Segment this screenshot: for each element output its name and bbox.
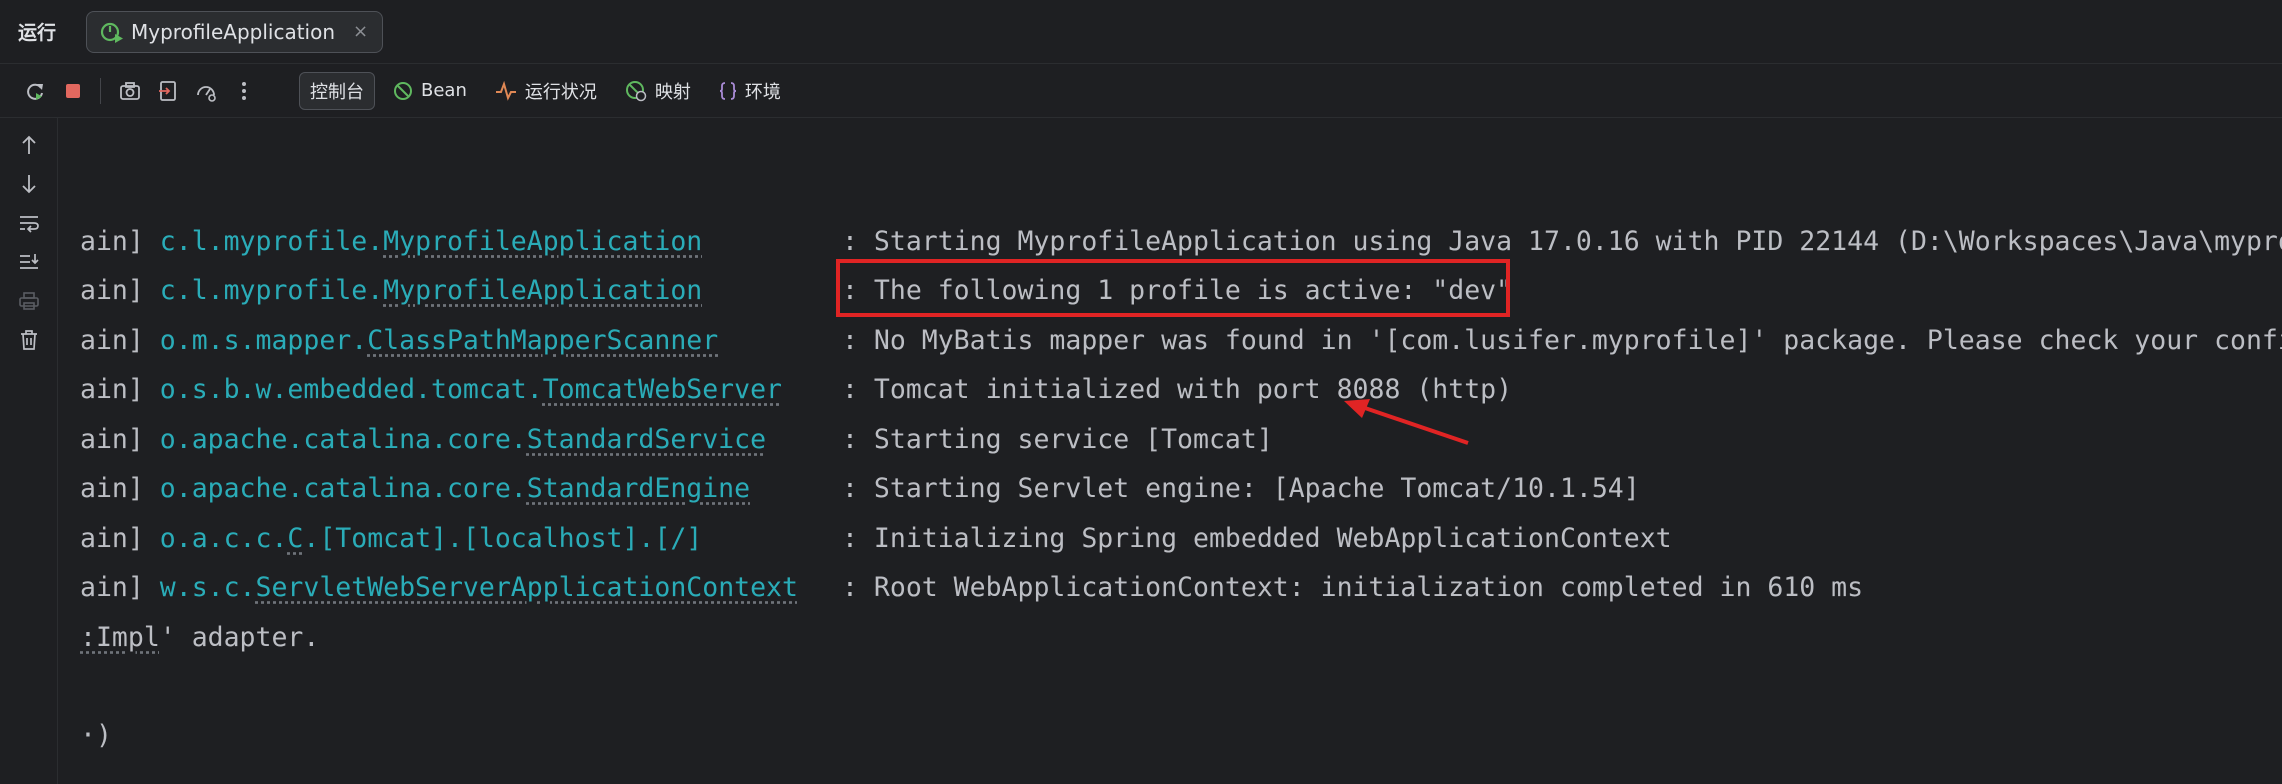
- highlight-box: [836, 259, 1510, 317]
- logger-class-link[interactable]: StandardService: [527, 424, 766, 455]
- camera-icon[interactable]: [115, 76, 145, 106]
- thread-fragment: ain]: [80, 374, 160, 405]
- console-side-toolbar: [0, 118, 58, 784]
- braces-icon: [719, 81, 737, 101]
- mapping-icon: [625, 80, 647, 102]
- logger-package: o.apache.catalina.core.: [159, 424, 527, 455]
- rerun-icon[interactable]: [20, 76, 50, 106]
- soft-wrap-icon[interactable]: [16, 210, 42, 236]
- thread-fragment: ain]: [80, 523, 160, 554]
- log-text: ·): [80, 720, 112, 751]
- console-output[interactable]: ain] c.l.myprofile.MyprofileApplication:…: [80, 118, 2282, 784]
- tab-environment[interactable]: 环境: [709, 72, 791, 110]
- log-message: : No MyBatis mapper was found in '[com.l…: [842, 325, 2282, 356]
- run-config-tab[interactable]: MyprofileApplication ×: [86, 10, 384, 53]
- log-line: ain] c.l.myprofile.MyprofileApplication:…: [80, 271, 1512, 311]
- logger-class-link[interactable]: MyprofileApplication: [383, 275, 702, 306]
- trash-icon[interactable]: [16, 327, 42, 353]
- tab-console[interactable]: 控制台: [299, 71, 375, 110]
- logger-package: c.l.myprofile.: [159, 226, 384, 257]
- log-line: ain] c.l.myprofile.MyprofileApplication:…: [80, 222, 2282, 262]
- pulse-icon: [495, 80, 517, 101]
- thread-fragment: ain]: [80, 424, 160, 455]
- tab-bean[interactable]: Bean: [383, 72, 477, 110]
- log-line: ain] o.s.b.w.embedded.tomcat.TomcatWebSe…: [80, 370, 1512, 410]
- thread-fragment: ain]: [80, 275, 160, 306]
- log-text: ' adapter.: [159, 622, 320, 653]
- log-line: ain] o.apache.catalina.core.StandardServ…: [80, 420, 1273, 460]
- run-toolbar: 控制台 Bean 运行状况 映射 环境: [0, 64, 2282, 118]
- logger-class-link[interactable]: C: [287, 523, 303, 554]
- thread-fragment: ain]: [80, 572, 160, 603]
- log-line: ain] o.apache.catalina.core.StandardEngi…: [80, 469, 1640, 509]
- thread-fragment: ain]: [80, 473, 160, 504]
- logger-package: o.m.s.mapper.: [159, 325, 368, 356]
- logger-class-link[interactable]: ClassPathMapperScanner: [367, 325, 718, 356]
- toolbar-separator: [100, 77, 101, 104]
- thread-fragment: ain]: [80, 226, 160, 257]
- tab-mappings-label: 映射: [654, 81, 691, 103]
- log-line: ain] w.s.c.ServletWebServerApplicationCo…: [80, 568, 1863, 608]
- class-link[interactable]: :Impl: [80, 622, 160, 653]
- close-tab-icon[interactable]: ×: [353, 21, 368, 42]
- logger-class-link[interactable]: TomcatWebServer: [543, 374, 782, 405]
- logger-package: o.a.c.c.: [159, 523, 288, 554]
- run-config-tab-label: MyprofileApplication: [131, 19, 336, 44]
- spring-boot-app-icon: [100, 22, 124, 43]
- run-tool-window-header: 运行 MyprofileApplication ×: [0, 0, 2282, 64]
- gauge-icon[interactable]: [191, 76, 221, 106]
- tab-console-label: 控制台: [310, 81, 364, 103]
- log-message: : Starting service [Tomcat]: [842, 424, 1273, 455]
- logger-class-link[interactable]: StandardEngine: [527, 473, 750, 504]
- more-icon[interactable]: [229, 76, 259, 106]
- log-message: : Starting Servlet engine: [Apache Tomca…: [842, 473, 1640, 504]
- tab-bean-label: Bean: [421, 80, 467, 101]
- stop-icon[interactable]: [58, 76, 88, 106]
- log-line: ain] o.a.c.c.C.[Tomcat].[localhost].[/]:…: [80, 519, 1672, 559]
- tab-health-label: 运行状况: [524, 81, 597, 103]
- bean-icon: [393, 81, 413, 101]
- exit-icon[interactable]: [153, 76, 183, 106]
- logger-suffix: .[Tomcat].[localhost].[/]: [303, 523, 703, 554]
- tab-environment-label: 环境: [744, 81, 781, 103]
- logger-package: o.s.b.w.embedded.tomcat.: [159, 374, 543, 405]
- scroll-end-icon[interactable]: [16, 249, 42, 275]
- tab-health[interactable]: 运行状况: [485, 72, 607, 110]
- log-message: : Root WebApplicationContext: initializa…: [842, 572, 1864, 603]
- arrow-down-icon[interactable]: [16, 171, 42, 197]
- run-tool-window-title: 运行: [18, 22, 57, 44]
- thread-fragment: ain]: [80, 325, 160, 356]
- log-line: ain] o.m.s.mapper.ClassPathMapperScanner…: [80, 321, 2282, 361]
- logger-package: w.s.c.: [159, 572, 256, 603]
- logger-package: c.l.myprofile.: [159, 275, 384, 306]
- annotation-arrow-icon: [1344, 399, 1469, 445]
- tab-mappings[interactable]: 映射: [615, 72, 701, 110]
- logger-class-link[interactable]: ServletWebServerApplicationContext: [256, 572, 798, 603]
- log-message: : Starting MyprofileApplication using Ja…: [842, 226, 2282, 257]
- logger-class-link[interactable]: MyprofileApplication: [383, 226, 702, 257]
- log-line: :Impl' adapter.: [80, 618, 319, 658]
- log-line: ·): [80, 716, 112, 756]
- arrow-up-icon[interactable]: [16, 132, 42, 158]
- logger-package: o.apache.catalina.core.: [159, 473, 527, 504]
- log-message: : Initializing Spring embedded WebApplic…: [842, 523, 1672, 554]
- print-icon: [16, 288, 42, 314]
